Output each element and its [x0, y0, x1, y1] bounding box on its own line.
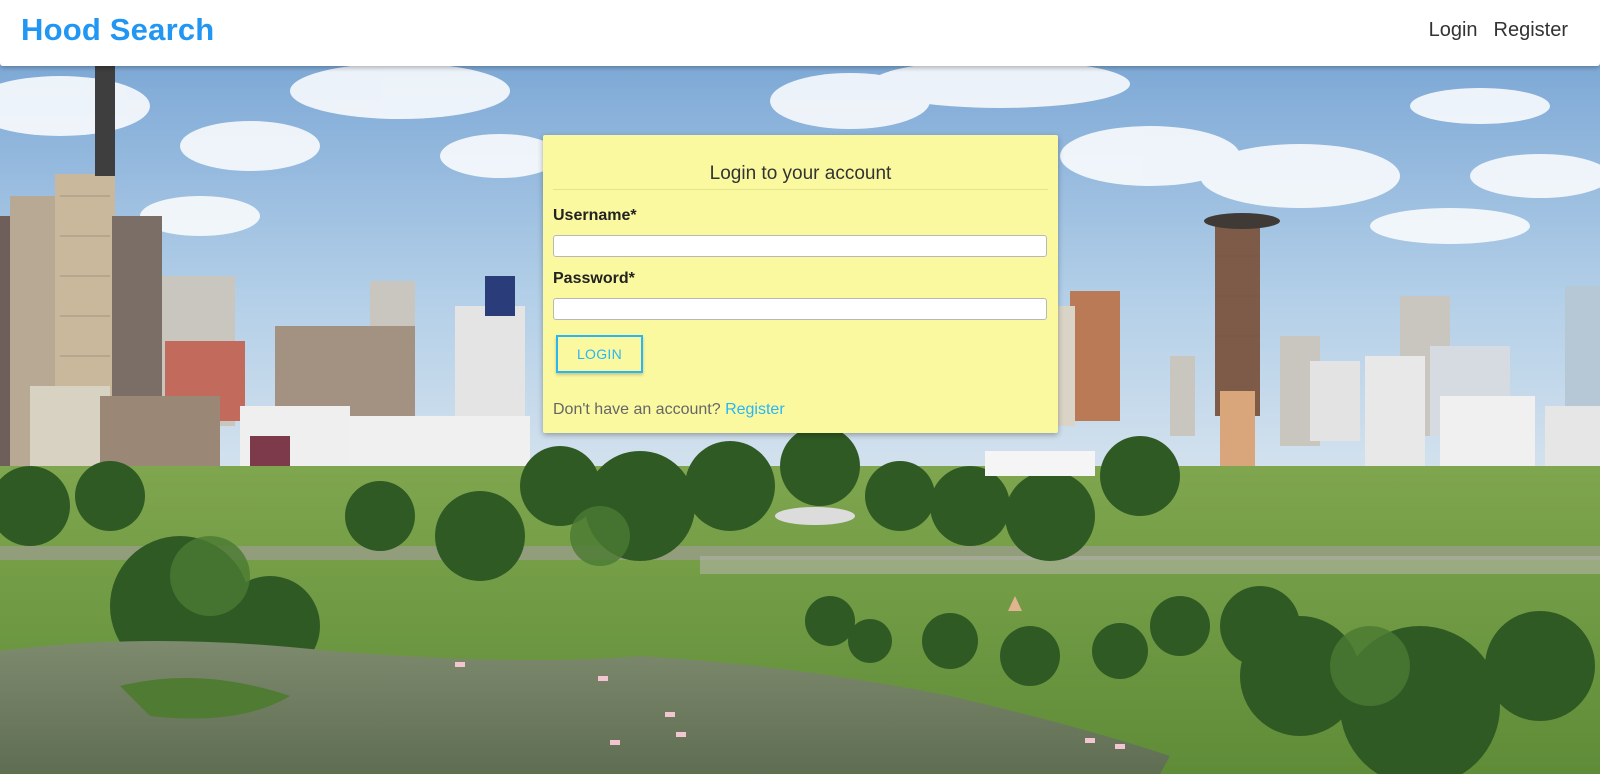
password-label: Password*	[553, 270, 635, 287]
nav-links: Login Register	[1429, 19, 1568, 42]
register-prompt: Don't have an account? Register	[553, 401, 785, 419]
brand-logo[interactable]: Hood Search	[21, 12, 214, 48]
register-prompt-text: Don't have an account?	[553, 401, 721, 418]
password-input[interactable]	[553, 298, 1047, 320]
username-label: Username*	[553, 207, 637, 224]
login-title: Login to your account	[553, 163, 1048, 190]
nav-login-link[interactable]: Login	[1429, 19, 1478, 42]
page: Hood Search Login Register Login to your…	[0, 0, 1600, 774]
login-card: Login to your account Username* Password…	[543, 135, 1058, 433]
nav-register-link[interactable]: Register	[1494, 19, 1568, 42]
register-link[interactable]: Register	[725, 401, 785, 418]
navbar: Hood Search Login Register	[0, 0, 1600, 66]
login-button[interactable]: LOGIN	[556, 335, 643, 373]
username-input[interactable]	[553, 235, 1047, 257]
